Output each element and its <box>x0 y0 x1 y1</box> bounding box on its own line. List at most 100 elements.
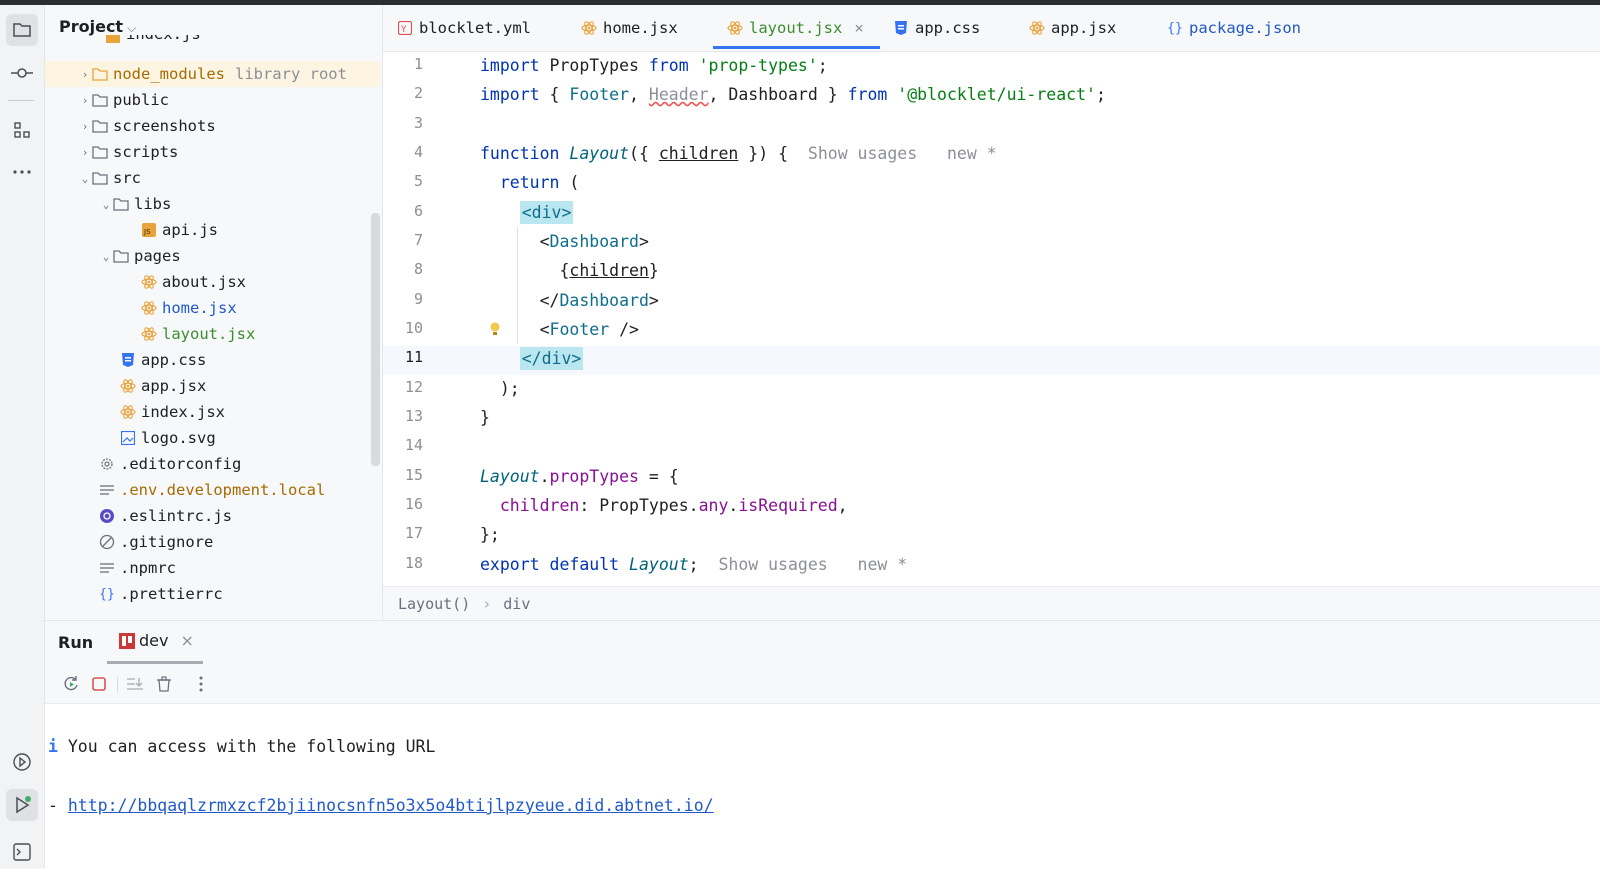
tree-item-node-modules[interactable]: › node_modules library root <box>45 61 380 87</box>
tree-item-app-css[interactable]: app.css <box>45 347 380 373</box>
terminal-tool-button[interactable] <box>6 836 38 868</box>
tab-blocklet-yml[interactable]: Y blocklet.yml <box>397 5 531 51</box>
run-tool-button[interactable] <box>6 789 38 821</box>
tree-item-scripts[interactable]: › scripts <box>45 139 380 165</box>
tree-item-eslintrc[interactable]: .eslintrc.js <box>45 503 380 529</box>
tab-layout-jsx[interactable]: layout.jsx × <box>727 5 864 51</box>
tab-home-jsx[interactable]: home.jsx <box>581 5 678 51</box>
console-line-url: - http://bbqaqlzrmxzcf2bjiinocsnfn5o3x5o… <box>48 796 714 815</box>
tree-item-layout-jsx[interactable]: layout.jsx <box>45 321 380 347</box>
tree-item-app-jsx[interactable]: app.jsx <box>45 373 380 399</box>
rerun-button[interactable] <box>62 675 80 693</box>
stop-button[interactable] <box>90 675 108 693</box>
breadcrumb-separator: › <box>482 594 492 613</box>
tree-item-libs[interactable]: ⌄ libs <box>45 191 380 217</box>
tree-item-label: .gitignore <box>120 533 214 551</box>
code-line-1: import PropTypes from 'prop-types'; <box>480 56 828 75</box>
tree-item-label: screenshots <box>113 117 216 135</box>
tree-item-api-js[interactable]: JS api.js <box>45 217 380 243</box>
close-icon[interactable]: × <box>854 19 863 37</box>
tree-item-label: libs <box>134 195 172 213</box>
tab-package-json[interactable]: {} package.json <box>1167 5 1301 51</box>
code-editor[interactable]: 1 2 3 4 5 6 7 8 9 10 11 12 13 14 15 16 1… <box>383 52 1600 586</box>
show-usages-hint[interactable]: Show usages <box>808 144 917 163</box>
code-line-10: <Footer /> <box>539 320 639 339</box>
react-icon <box>141 300 157 316</box>
tab-app-css[interactable]: app.css <box>893 5 980 51</box>
tree-item-about-jsx[interactable]: about.jsx <box>45 269 380 295</box>
commit-tool-button[interactable] <box>6 57 38 89</box>
css-file-icon <box>893 20 909 36</box>
tree-item-env-development-local[interactable]: .env.development.local <box>45 477 380 503</box>
tab-label: layout.jsx <box>749 19 843 37</box>
tree-item-label: app.jsx <box>141 377 207 395</box>
run-panel: Run dev × i You can access with the foll… <box>45 620 1600 869</box>
toolbar-separator <box>117 677 118 693</box>
run-tab-indicator <box>107 661 203 664</box>
json-braces-icon: {} <box>99 586 115 602</box>
tree-item-gitignore[interactable]: .gitignore <box>45 529 380 555</box>
tab-label: app.css <box>915 19 981 37</box>
tree-item-prettierrc[interactable]: {} .prettierrc <box>45 581 380 607</box>
code-line-7: <Dashboard> <box>539 232 649 251</box>
tree-item-index-jsx[interactable]: index.jsx <box>45 399 380 425</box>
chevron-right-icon: › <box>81 119 89 133</box>
tree-item-label: logo.svg <box>141 429 216 447</box>
rerun-icon <box>64 676 78 691</box>
scroll-to-end-button[interactable] <box>126 675 144 693</box>
tree-item-src[interactable]: ⌄ src <box>45 165 380 191</box>
tree-item-home-jsx[interactable]: home.jsx <box>45 295 380 321</box>
tree-item-editorconfig[interactable]: .editorconfig <box>45 451 380 477</box>
structure-tool-button[interactable] <box>6 114 38 146</box>
tab-label: home.jsx <box>603 19 678 37</box>
clear-console-button[interactable] <box>155 675 173 693</box>
access-url-link[interactable]: http://bbqaqlzrmxzcf2bjiinocsnfn5o3x5o4b… <box>68 796 714 815</box>
code-line-9: </Dashboard> <box>539 291 659 310</box>
more-options-button[interactable] <box>192 675 210 693</box>
breadcrumb-item[interactable]: div <box>503 595 530 613</box>
console-message: You can access with the following URL <box>67 737 436 756</box>
tree-item-npmrc[interactable]: .npmrc <box>45 555 380 581</box>
more-vertical-icon <box>199 676 203 692</box>
breadcrumb-item[interactable]: Layout() <box>398 595 470 613</box>
line-number: 10 <box>404 319 423 337</box>
line-number: 8 <box>413 260 423 278</box>
line-number: 12 <box>404 378 423 396</box>
tree-item-partial[interactable]: index.js <box>45 35 380 51</box>
tab-label: app.jsx <box>1051 19 1117 37</box>
line-number: 14 <box>404 436 423 454</box>
gear-icon <box>99 456 115 472</box>
tree-item-label: .editorconfig <box>120 455 242 473</box>
npm-icon <box>119 632 135 649</box>
close-icon[interactable]: × <box>180 631 193 650</box>
show-usages-hint[interactable]: Show usages <box>718 555 827 574</box>
tree-item-screenshots[interactable]: › screenshots <box>45 113 380 139</box>
info-icon: i <box>48 737 58 756</box>
chevron-right-icon: › <box>81 145 89 159</box>
folder-icon <box>92 144 108 160</box>
tree-item-label: node_modules <box>113 65 225 83</box>
more-tools-button[interactable] <box>6 156 38 188</box>
services-tool-button[interactable] <box>6 746 38 778</box>
library-root-label: library root <box>234 65 347 83</box>
tree-item-logo-svg[interactable]: logo.svg <box>45 425 380 451</box>
text-file-icon <box>99 560 115 576</box>
project-tool-button[interactable] <box>6 14 38 46</box>
active-tab-indicator <box>713 46 880 49</box>
line-number: 16 <box>404 495 423 513</box>
run-tab-dev[interactable]: dev × <box>119 631 194 650</box>
tree-item-pages[interactable]: ⌄ pages <box>45 243 380 269</box>
line-number: 7 <box>413 231 423 249</box>
line-number: 1 <box>413 55 423 73</box>
line-number: 13 <box>404 407 423 425</box>
project-panel-title[interactable]: Project ⌵ <box>59 17 136 36</box>
tree-item-label: index.jsx <box>141 403 225 421</box>
project-scrollbar[interactable] <box>371 213 380 466</box>
css-file-icon <box>120 352 136 368</box>
tree-item-label: layout.jsx <box>162 325 256 343</box>
chevron-down-icon: ⌄ <box>81 171 89 185</box>
chevron-down-icon: ⌵ <box>127 21 137 35</box>
react-icon <box>141 326 157 342</box>
tree-item-public[interactable]: › public <box>45 87 380 113</box>
tab-app-jsx[interactable]: app.jsx <box>1029 5 1116 51</box>
